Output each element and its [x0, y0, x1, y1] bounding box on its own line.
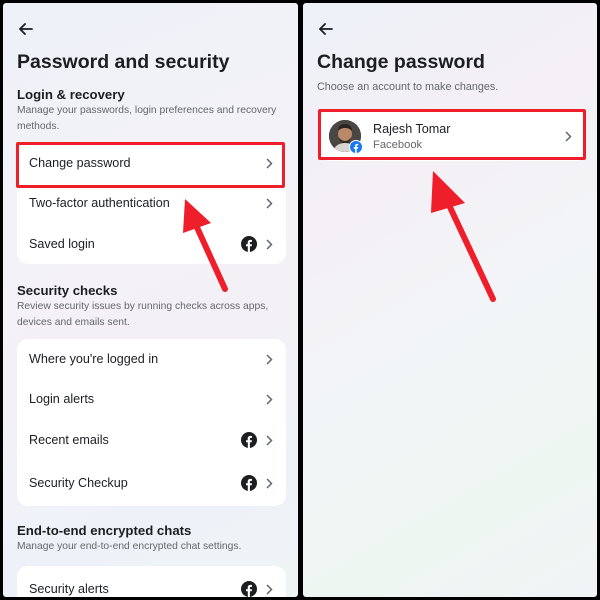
- two-factor-label: Two-factor authentication: [29, 196, 170, 210]
- login-recovery-card: Change password Two-factor authenticatio…: [17, 143, 286, 264]
- encrypted-chats-card: Security alerts: [17, 566, 286, 597]
- saved-login-item[interactable]: Saved login: [17, 224, 286, 264]
- change-password-screen: Change password Choose an account to mak…: [303, 3, 597, 597]
- facebook-icon: [241, 581, 257, 597]
- page-title: Password and security: [17, 51, 230, 73]
- chevron-right-icon: [264, 583, 274, 595]
- change-password-label: Change password: [29, 156, 131, 170]
- encrypted-chats-heading: End-to-end encrypted chats: [17, 523, 192, 538]
- recent-emails-label: Recent emails: [29, 433, 109, 447]
- security-checks-heading: Security checks: [17, 283, 118, 298]
- back-arrow-icon[interactable]: [317, 20, 335, 38]
- recent-emails-item[interactable]: Recent emails: [17, 420, 286, 460]
- saved-login-label: Saved login: [29, 237, 95, 251]
- facebook-icon: [241, 236, 257, 252]
- page-title: Change password: [317, 51, 485, 73]
- security-checkup-label: Security Checkup: [29, 476, 128, 490]
- chevron-right-icon: [264, 477, 274, 489]
- chevron-right-icon: [264, 238, 274, 250]
- chevron-right-icon: [563, 130, 573, 142]
- encrypted-chats-description: Manage your end-to-end encrypted chat se…: [17, 541, 242, 552]
- login-alerts-label: Login alerts: [29, 392, 95, 406]
- chevron-right-icon: [264, 393, 274, 405]
- page-subtitle: Choose an account to make changes.: [317, 81, 499, 93]
- chevron-right-icon: [264, 434, 274, 446]
- back-arrow-icon[interactable]: [17, 20, 35, 38]
- security-checks-card: Where you're logged in Login alerts Rece…: [17, 339, 286, 506]
- account-item[interactable]: Rajesh Tomar Facebook: [319, 111, 585, 161]
- account-platform: Facebook: [373, 139, 423, 151]
- annotation-arrow-icon: [431, 171, 496, 302]
- security-checkup-item[interactable]: Security Checkup: [17, 463, 286, 503]
- login-recovery-description: Manage your passwords, login preferences…: [17, 105, 277, 132]
- two-factor-item[interactable]: Two-factor authentication: [17, 183, 286, 223]
- security-alerts-item[interactable]: Security alerts: [17, 569, 286, 597]
- security-alerts-label: Security alerts: [29, 582, 109, 596]
- login-recovery-heading: Login & recovery: [17, 87, 125, 102]
- where-logged-in-label: Where you're logged in: [29, 352, 159, 366]
- chevron-right-icon: [264, 353, 274, 365]
- facebook-icon: [241, 475, 257, 491]
- change-password-item[interactable]: Change password: [17, 143, 286, 183]
- chevron-right-icon: [264, 197, 274, 209]
- password-security-screen: Password and security Login & recovery M…: [3, 3, 298, 597]
- where-logged-in-item[interactable]: Where you're logged in: [17, 339, 286, 379]
- login-alerts-item[interactable]: Login alerts: [17, 379, 286, 419]
- facebook-badge-icon: [349, 140, 363, 154]
- account-name: Rajesh Tomar: [373, 122, 451, 136]
- chevron-right-icon: [264, 157, 274, 169]
- security-checks-description: Review security issues by running checks…: [17, 301, 269, 328]
- facebook-icon: [241, 432, 257, 448]
